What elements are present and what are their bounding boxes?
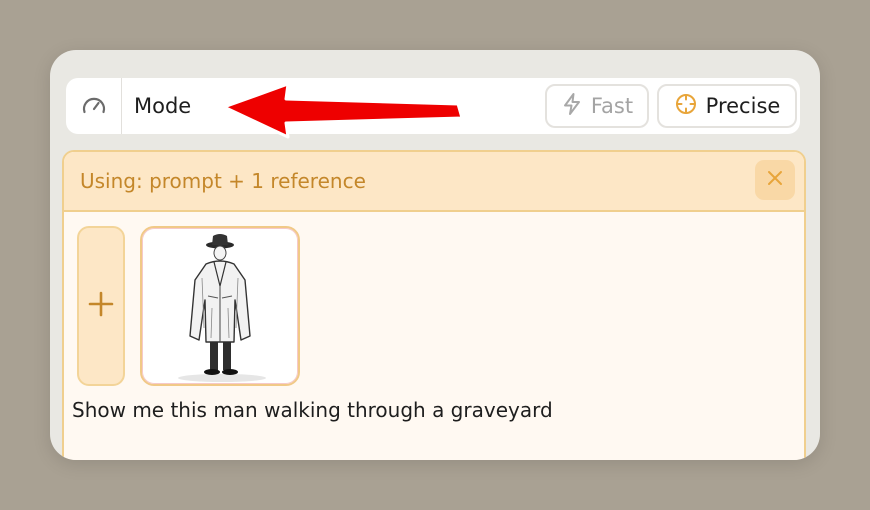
close-button[interactable] [755,160,795,200]
plus-icon [88,291,114,321]
lightning-icon [561,92,583,121]
mode-card: Mode Fast Precise Using: prompt + 1 refe… [50,50,820,460]
red-arrow-annotation [222,82,464,139]
add-reference-button[interactable] [77,226,125,386]
man-in-trench-coat-sketch [178,234,266,382]
precise-mode-button[interactable]: Precise [657,84,797,128]
crosshair-icon [674,92,698,121]
close-icon [767,170,783,190]
fast-mode-label: Fast [590,94,634,118]
reference-panel: Using: prompt + 1 reference Show me this… [62,150,806,460]
mode-label: Mode [134,94,192,118]
reference-image-thumbnail[interactable] [140,226,300,386]
precise-mode-label: Precise [705,94,781,118]
reference-panel-title: Using: prompt + 1 reference [80,169,366,193]
reference-panel-header: Using: prompt + 1 reference [64,152,804,212]
prompt-text[interactable]: Show me this man walking through a grave… [72,398,553,422]
fast-mode-button[interactable]: Fast [545,84,649,128]
gauge-icon [66,78,122,134]
